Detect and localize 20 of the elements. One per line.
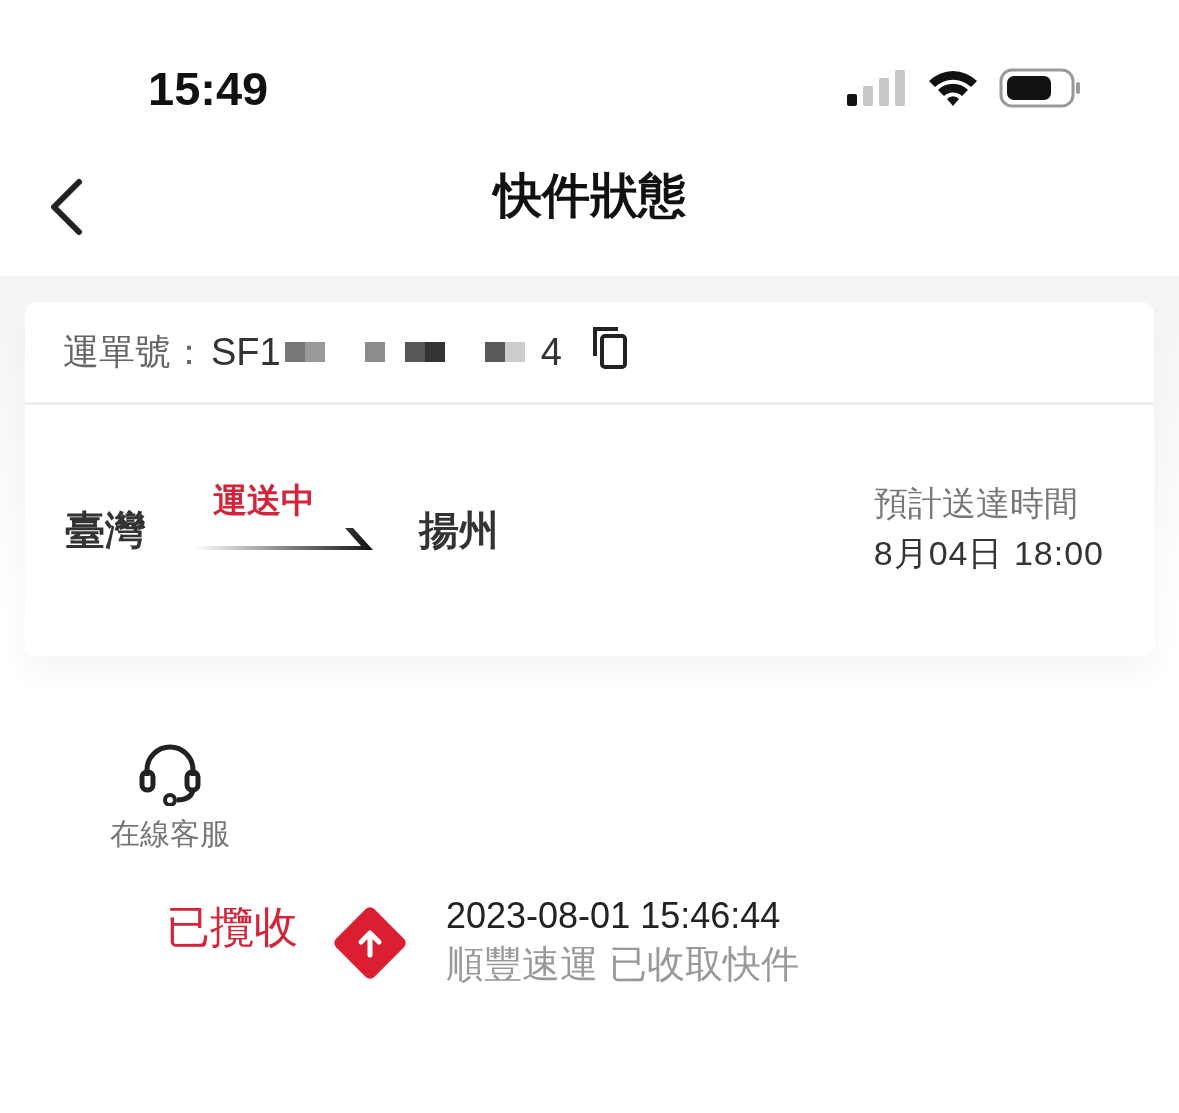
support-button[interactable]: 在線客服: [100, 742, 240, 855]
origin-city: 臺灣: [65, 507, 145, 554]
event-description: 順豐速運 已收取快件: [446, 942, 799, 987]
waybill-number-end: 4: [540, 330, 562, 374]
eta-time: 8月04日 18:00: [873, 532, 1104, 574]
transit-status: 運送中: [213, 479, 315, 521]
signal-icon: [847, 70, 907, 106]
stage-label: 已攬收: [166, 901, 298, 953]
waybill-label: 運單號：: [63, 329, 207, 374]
waybill-number: SF1: [211, 330, 281, 374]
back-icon[interactable]: [48, 178, 84, 236]
event-time: 2023-08-01 15:46:44: [446, 895, 782, 937]
status-time: 15:49: [148, 60, 269, 116]
copy-icon[interactable]: [591, 326, 628, 370]
battery-icon: [999, 68, 1081, 108]
page-title: 快件狀態: [493, 168, 686, 224]
destination-city: 揚州: [419, 507, 499, 554]
eta-label: 預計送達時間: [873, 482, 1079, 524]
headset-icon: [139, 742, 201, 806]
wifi-icon: [927, 69, 979, 107]
